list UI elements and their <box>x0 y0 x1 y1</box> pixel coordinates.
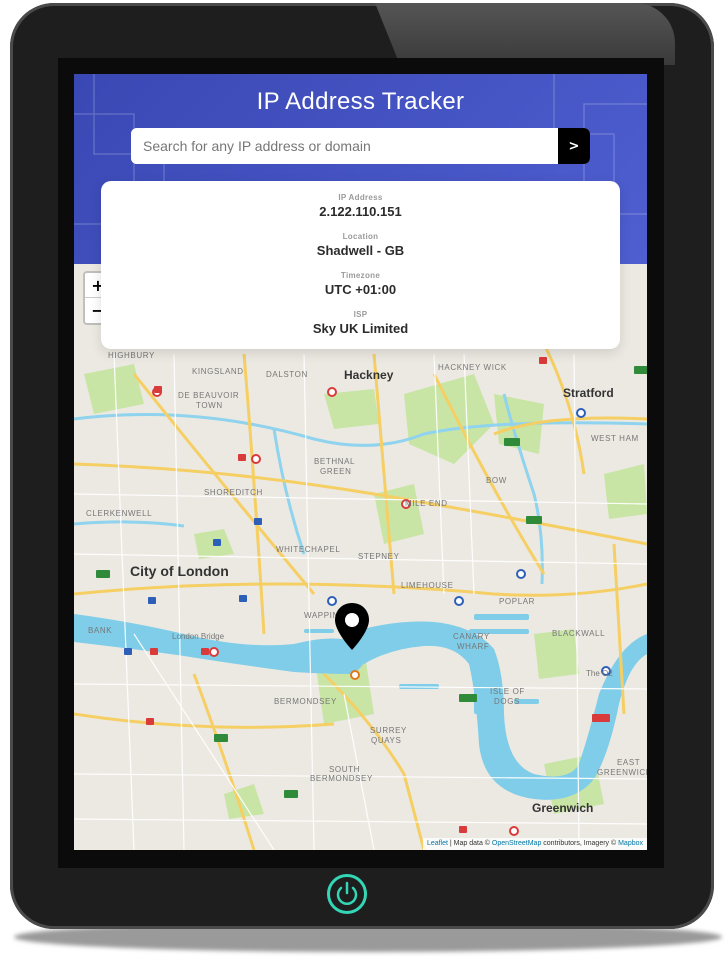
map-label-south-bermondsey: BERMONDSEY <box>310 774 373 783</box>
ip-info-card: IP Address 2.122.110.151 Location Shadwe… <box>101 181 620 349</box>
location-block: Location Shadwell - GB <box>101 232 620 258</box>
map-label-highbury: HIGHBURY <box>108 351 155 360</box>
location-value: Shadwell - GB <box>316 243 405 258</box>
attribution-contrib: contributors, Imagery © <box>541 840 619 847</box>
map-label-wharf: WHARF <box>457 642 490 651</box>
map-label-hackney-wick: HACKNEY WICK <box>438 363 507 372</box>
ip-address-label: IP Address <box>338 193 383 202</box>
power-button-icon[interactable] <box>327 874 367 914</box>
map-label-quays: QUAYS <box>371 736 402 745</box>
search-bar: > <box>131 128 590 164</box>
map-label-shoreditch: SHOREDITCH <box>204 488 263 497</box>
map-label-de-beauvoir: DE BEAUVOIR <box>178 391 240 400</box>
device-stage: Hackney Stratford City of London Greenwi… <box>0 0 725 957</box>
map-label-city-of-london: City of London <box>130 563 229 579</box>
app-screen: Hackney Stratford City of London Greenwi… <box>74 74 647 850</box>
map-label-stepney: STEPNEY <box>358 552 400 561</box>
map-label-dogs: DOGS <box>494 697 520 706</box>
timezone-value: UTC +01:00 <box>324 282 397 297</box>
timezone-block: Timezone UTC +01:00 <box>101 271 620 297</box>
app-title: IP Address Tracker <box>256 88 465 115</box>
location-label: Location <box>342 232 379 241</box>
location-marker-icon[interactable] <box>333 602 371 652</box>
mapbox-link[interactable]: Mapbox <box>618 840 643 847</box>
map-attribution: Leaflet | Map data © OpenStreetMap contr… <box>422 838 647 850</box>
map-label-stratford: Stratford <box>563 386 614 400</box>
leaflet-link[interactable]: Leaflet <box>427 840 448 847</box>
map-label-green: GREEN <box>320 467 352 476</box>
map-label-greenwich: Greenwich <box>532 801 594 815</box>
map-label-blackwall: BLACKWALL <box>552 629 606 638</box>
map-label-limehouse: LIMEHOUSE <box>401 581 454 590</box>
map-label-canary: CANARY <box>453 632 490 641</box>
map-label-bow: BOW <box>486 476 507 485</box>
map-label-east-greenwich: GREENWICH <box>597 768 647 777</box>
tablet-gloss <box>375 3 675 65</box>
map-label-bank: BANK <box>88 626 113 635</box>
search-input[interactable] <box>131 128 558 164</box>
isp-value: Sky UK Limited <box>312 321 409 336</box>
ip-address-block: IP Address 2.122.110.151 <box>101 193 620 219</box>
map-label-surrey: SURREY <box>370 726 407 735</box>
map-label-london-bridge: London Bridge <box>172 632 225 641</box>
map-label-south: SOUTH <box>329 765 360 774</box>
osm-link[interactable]: OpenStreetMap <box>492 840 541 847</box>
map-label-east: EAST <box>617 758 641 767</box>
isp-block: ISP Sky UK Limited <box>101 310 620 336</box>
timezone-label: Timezone <box>340 271 381 280</box>
map-label-kingsland: KINGSLAND <box>192 367 244 376</box>
map-label-clerkenwell: CLERKENWELL <box>86 509 153 518</box>
map-label-mile-end: MILE END <box>405 499 448 508</box>
map-label-the-o2: The O2 <box>586 669 613 678</box>
map-label-whitechapel: WHITECHAPEL <box>276 545 341 554</box>
map-label-isle-of: ISLE OF <box>490 687 525 696</box>
map-label-bethnal: BETHNAL <box>314 457 356 466</box>
map-label-bermondsey: BERMONDSEY <box>274 697 337 706</box>
attribution-text: | Map data © <box>447 840 492 847</box>
map-label-town: TOWN <box>196 401 223 410</box>
map-label-poplar: POPLAR <box>499 597 536 606</box>
map-label-west-ham: WEST HAM <box>591 434 639 443</box>
map-label-hackney: Hackney <box>344 368 394 382</box>
isp-label: ISP <box>353 310 368 319</box>
map-label-dalston: DALSTON <box>266 370 308 379</box>
ip-address-value: 2.122.110.151 <box>319 204 402 219</box>
search-submit-button[interactable]: > <box>558 128 590 164</box>
